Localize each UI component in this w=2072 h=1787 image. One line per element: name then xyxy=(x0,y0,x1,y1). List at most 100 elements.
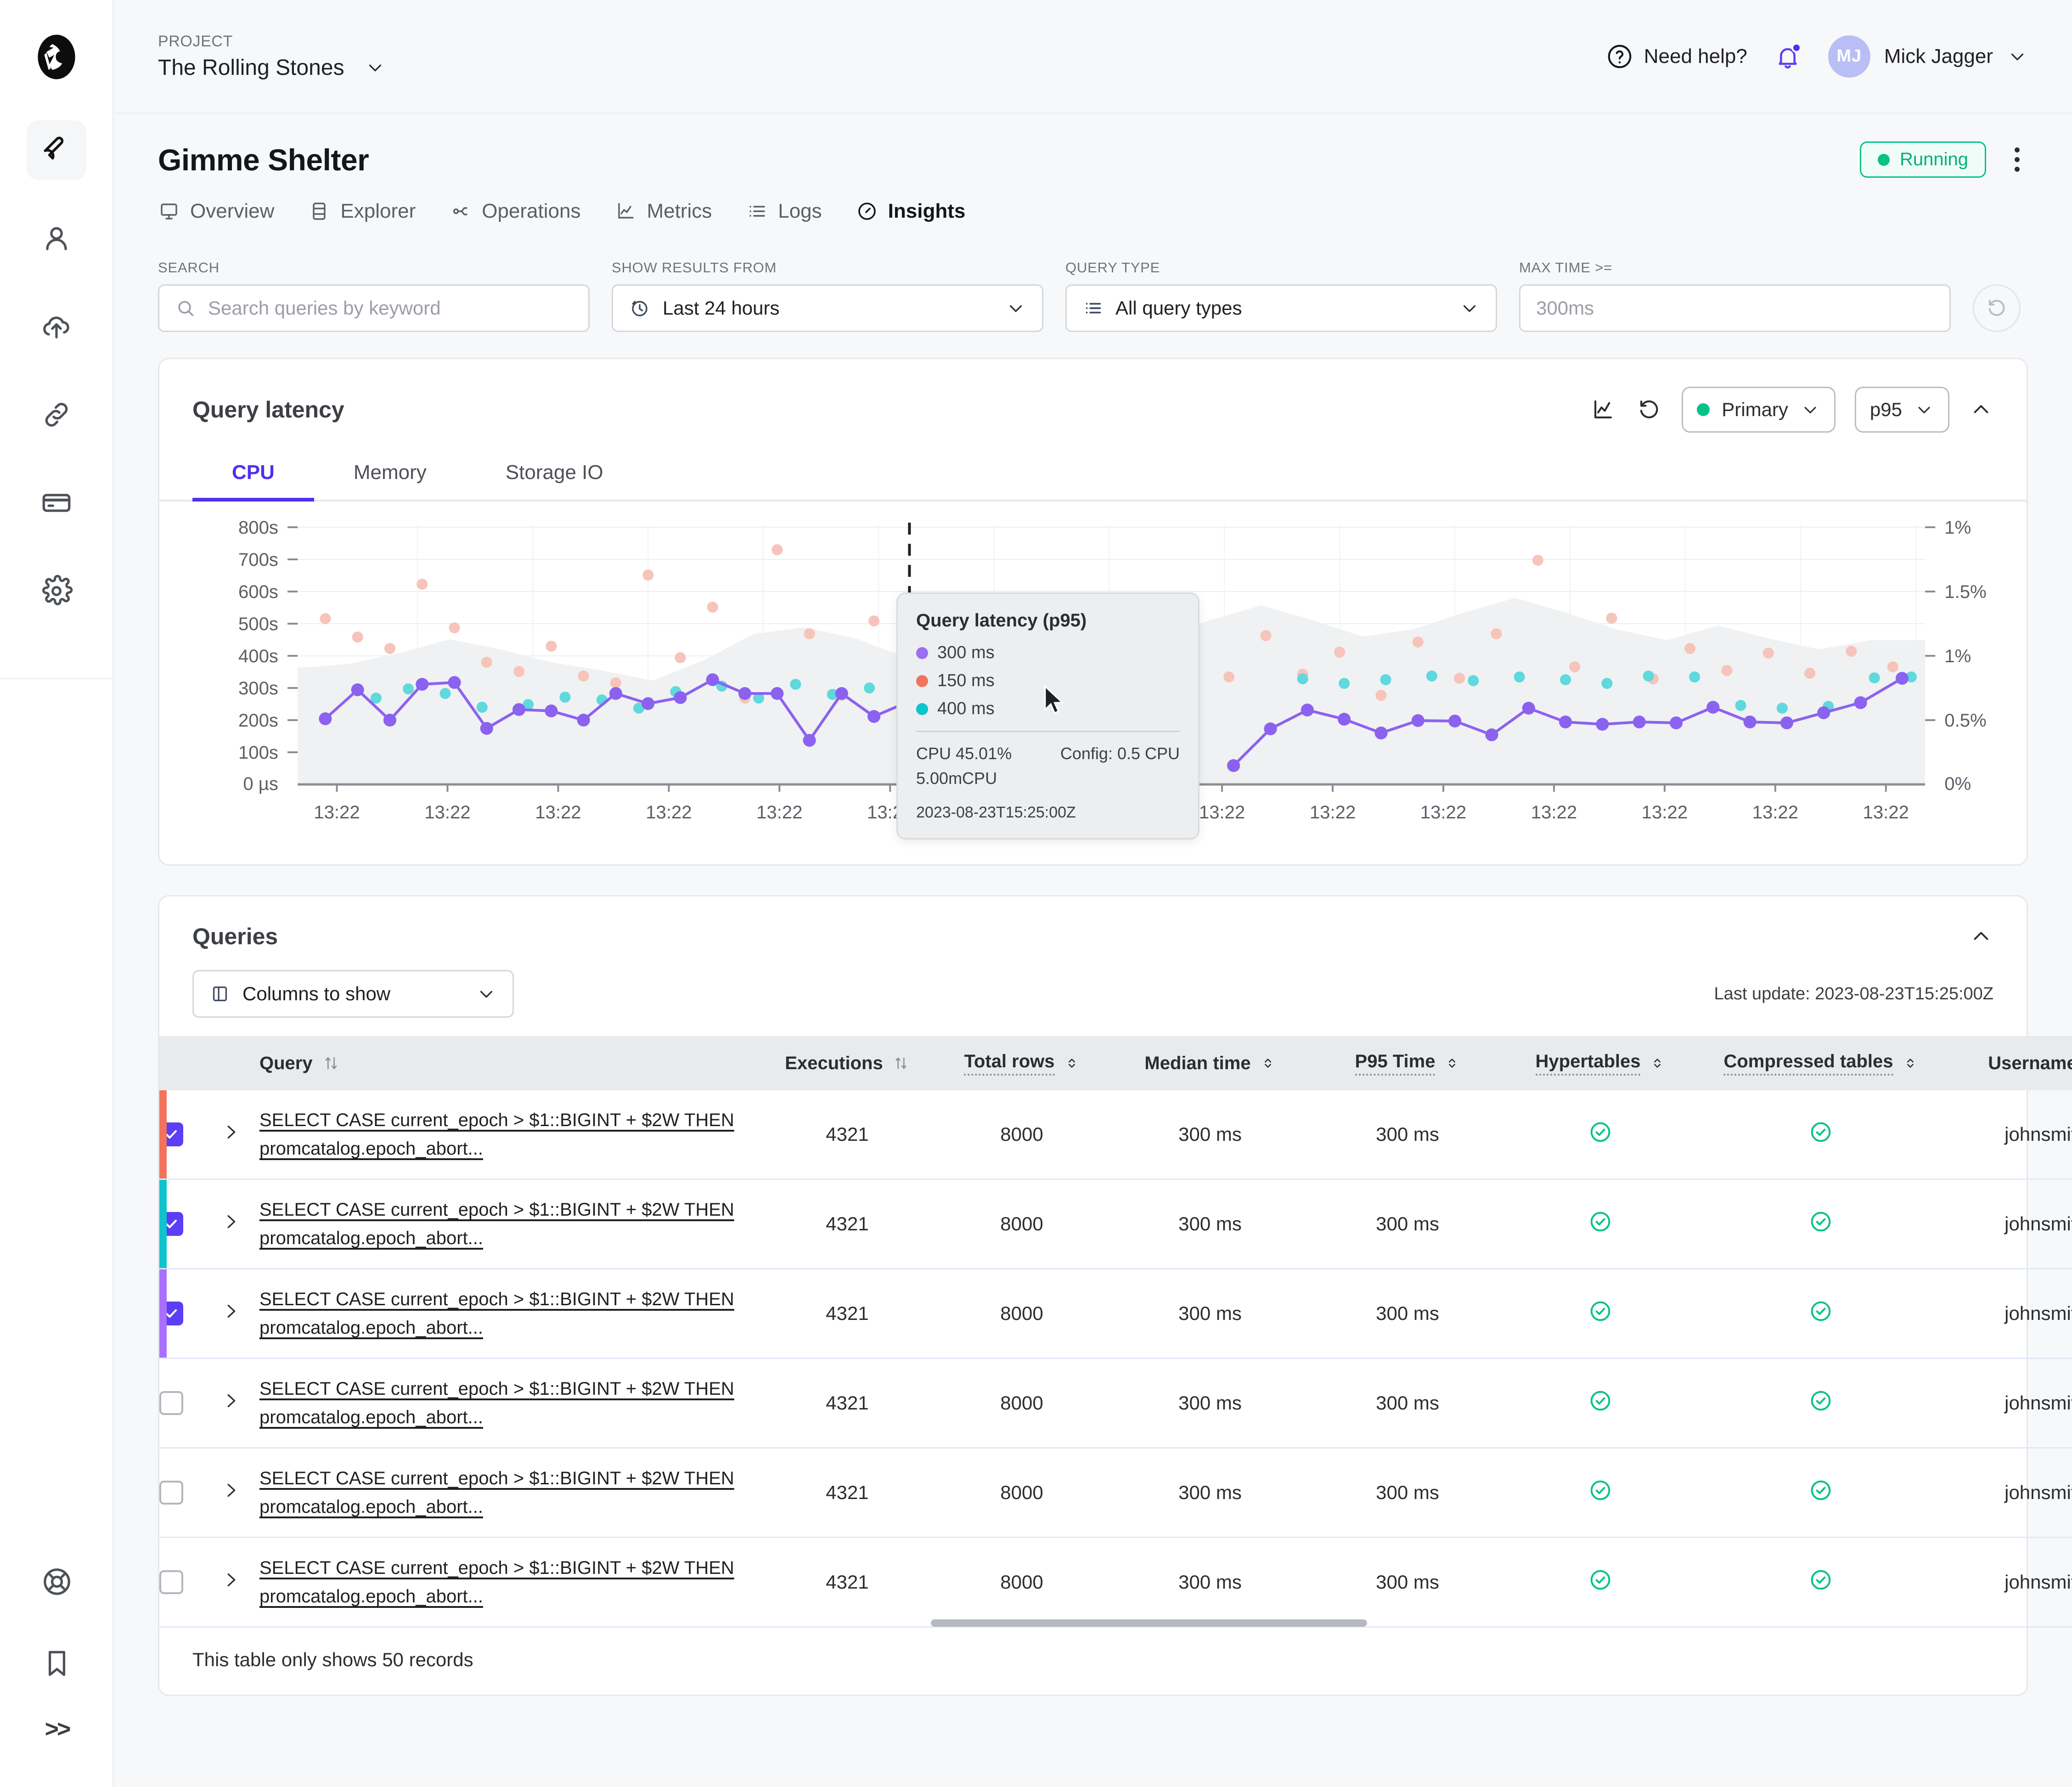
sort-updown-icon xyxy=(1444,1055,1460,1071)
credit-card-icon xyxy=(39,486,73,520)
more-options-button[interactable] xyxy=(2006,143,2028,176)
tooltip-title: Query latency (p95) xyxy=(916,610,1180,631)
collapse-queries-button[interactable] xyxy=(1969,924,1993,949)
query-link[interactable]: SELECT CASE current_epoch > $1::BIGINT +… xyxy=(259,1554,760,1611)
line-point xyxy=(416,678,428,691)
th-compressed-tables[interactable]: Compressed tables xyxy=(1697,1036,1945,1090)
percentile-select[interactable]: p95 xyxy=(1855,387,1949,433)
reset-filters-button[interactable] xyxy=(1973,284,2021,332)
table-row[interactable]: SELECT CASE current_epoch > $1::BIGINT +… xyxy=(159,1269,2072,1359)
need-help-button[interactable]: Need help? xyxy=(1605,42,1747,71)
search-input[interactable]: Search queries by keyword xyxy=(158,284,590,332)
row-hypertables xyxy=(1504,1359,1697,1448)
line-point xyxy=(480,722,493,735)
query-link[interactable]: SELECT CASE current_epoch > $1::BIGINT +… xyxy=(259,1375,760,1432)
row-checkbox[interactable] xyxy=(159,1481,183,1505)
row-p95-time: 300 ms xyxy=(1311,1359,1504,1448)
row-executions: 4321 xyxy=(760,1448,935,1538)
sidebar-item-members[interactable] xyxy=(27,209,86,268)
check-circle-icon xyxy=(1588,1478,1613,1503)
tab-metrics[interactable]: Metrics xyxy=(614,200,712,239)
page-tabs: Overview Explorer Operations Metrics Log… xyxy=(114,178,2072,239)
th-executions[interactable]: Executions xyxy=(760,1036,935,1090)
query-link[interactable]: SELECT CASE current_epoch > $1::BIGINT +… xyxy=(259,1285,760,1342)
kebab-dot xyxy=(2015,147,2020,152)
th-hypertables[interactable]: Hypertables xyxy=(1504,1036,1697,1090)
expand-sidebar-button[interactable]: >> xyxy=(45,1715,69,1743)
tooltip-value: 300 ms xyxy=(937,643,995,663)
th-total-rows[interactable]: Total rows xyxy=(935,1036,1109,1090)
user-menu[interactable]: MJ Mick Jagger xyxy=(1828,35,2028,78)
collapse-chart-button[interactable] xyxy=(1969,397,1993,422)
sort-both-icon xyxy=(322,1054,340,1072)
horizontal-scrollbar[interactable] xyxy=(931,1619,1367,1627)
tooltip-dot xyxy=(916,675,928,687)
tab-explorer[interactable]: Explorer xyxy=(308,200,416,239)
th-username[interactable]: Username xyxy=(1945,1036,2072,1090)
query-type-select[interactable]: All query types xyxy=(1065,284,1497,332)
row-p95-time: 300 ms xyxy=(1311,1538,1504,1627)
chart-reset-button[interactable] xyxy=(1636,396,1662,423)
row-compressed-tables xyxy=(1697,1269,1945,1359)
tab-operations[interactable]: Operations xyxy=(450,200,580,239)
tab-insights[interactable]: Insights xyxy=(856,200,966,239)
page-header: Gimme Shelter Running xyxy=(114,114,2072,178)
queries-table-scroll: Query Executions xyxy=(159,1036,2027,1628)
row-expand-cell[interactable] xyxy=(220,1538,259,1627)
th-expand xyxy=(220,1036,259,1090)
th-p95-time[interactable]: P95 Time xyxy=(1311,1036,1504,1090)
chart-tab-memory[interactable]: Memory xyxy=(314,451,466,502)
notifications-button[interactable] xyxy=(1773,42,1802,71)
sidebar-item-services[interactable] xyxy=(27,120,86,180)
tab-explorer-label: Explorer xyxy=(340,200,416,223)
table-row[interactable]: SELECT CASE current_epoch > $1::BIGINT +… xyxy=(159,1359,2072,1448)
line-point xyxy=(867,710,880,723)
columns-to-show-button[interactable]: Columns to show xyxy=(192,970,514,1018)
node-select[interactable]: Primary xyxy=(1682,387,1836,433)
bookmark-icon xyxy=(40,1646,74,1680)
chart-plot-area[interactable]: 800s 700s 600s 500s 400s 300s 200s 100s … xyxy=(159,515,2027,837)
sidebar-item-settings[interactable] xyxy=(27,561,86,621)
chart-type-button[interactable] xyxy=(1590,396,1616,423)
table-row[interactable]: SELECT CASE current_epoch > $1::BIGINT +… xyxy=(159,1090,2072,1179)
line-point xyxy=(1264,722,1277,735)
query-link[interactable]: SELECT CASE current_epoch > $1::BIGINT +… xyxy=(259,1195,760,1252)
row-expand-cell[interactable] xyxy=(220,1359,259,1448)
status-badge[interactable]: Running xyxy=(1860,141,1986,178)
row-checkbox[interactable] xyxy=(159,1570,183,1594)
sidebar-item-connections[interactable] xyxy=(27,385,86,445)
sidebar-item-billing[interactable] xyxy=(27,473,86,533)
chart-tab-storage-io[interactable]: Storage IO xyxy=(466,451,643,502)
sort-updown-icon xyxy=(1260,1055,1276,1071)
table-row[interactable]: SELECT CASE current_epoch > $1::BIGINT +… xyxy=(159,1538,2072,1627)
row-expand-cell[interactable] xyxy=(220,1448,259,1538)
row-checkbox[interactable] xyxy=(159,1391,183,1415)
table-row[interactable]: SELECT CASE current_epoch > $1::BIGINT +… xyxy=(159,1448,2072,1538)
chevron-right-icon xyxy=(220,1211,241,1232)
th-median-time[interactable]: Median time xyxy=(1109,1036,1311,1090)
project-switcher[interactable]: PROJECT The Rolling Stones xyxy=(158,33,386,80)
tab-logs[interactable]: Logs xyxy=(746,200,822,239)
sidebar-item-bookmarks[interactable] xyxy=(27,1634,87,1693)
sidebar-item-backups[interactable] xyxy=(27,297,86,356)
table-row[interactable]: SELECT CASE current_epoch > $1::BIGINT +… xyxy=(159,1179,2072,1269)
percentile-select-value: p95 xyxy=(1870,399,1902,421)
query-link[interactable]: SELECT CASE current_epoch > $1::BIGINT +… xyxy=(259,1464,760,1521)
row-expand-cell[interactable] xyxy=(220,1090,259,1179)
tab-overview[interactable]: Overview xyxy=(158,200,274,239)
query-link[interactable]: SELECT CASE current_epoch > $1::BIGINT +… xyxy=(259,1106,760,1163)
time-range-select[interactable]: Last 24 hours xyxy=(612,284,1043,332)
th-query[interactable]: Query xyxy=(259,1036,760,1090)
row-median-time: 300 ms xyxy=(1109,1448,1311,1538)
brand-logo[interactable] xyxy=(0,0,113,114)
sidebar-item-support[interactable] xyxy=(27,1552,87,1612)
queries-table: Query Executions xyxy=(159,1036,2072,1628)
max-time-input[interactable]: 300ms xyxy=(1519,284,1951,332)
chevron-right-icon xyxy=(220,1122,241,1143)
row-p95-time: 300 ms xyxy=(1311,1448,1504,1538)
tab-logs-label: Logs xyxy=(778,200,822,223)
row-expand-cell[interactable] xyxy=(220,1269,259,1359)
support-icon xyxy=(40,1565,74,1599)
chart-tab-cpu[interactable]: CPU xyxy=(192,451,314,502)
row-expand-cell[interactable] xyxy=(220,1179,259,1269)
